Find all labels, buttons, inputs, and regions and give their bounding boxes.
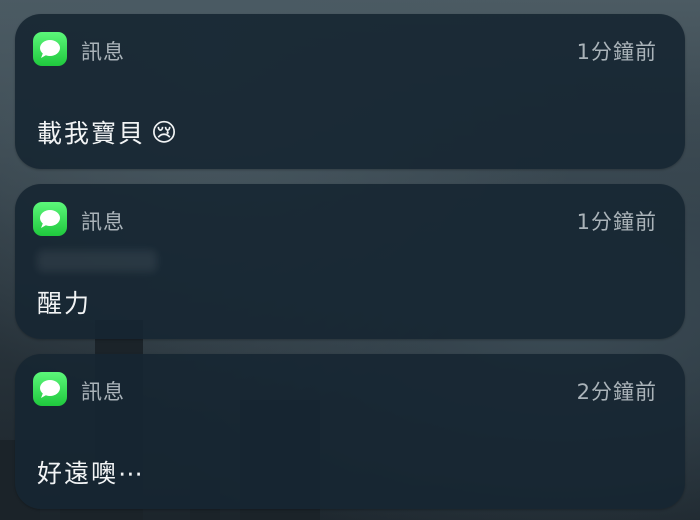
messages-app-icon	[33, 32, 67, 66]
app-name: 訊息	[81, 210, 125, 234]
app-name: 訊息	[81, 40, 125, 64]
message-text: 載我寶貝 😢	[37, 114, 179, 150]
message-text: 好遠噢⋯	[37, 454, 145, 490]
timestamp: 1分鐘前	[576, 210, 657, 234]
blurred-sender	[37, 250, 157, 272]
message-text: 醒力	[37, 284, 91, 320]
messages-app-icon	[33, 202, 67, 236]
timestamp: 2分鐘前	[576, 380, 657, 404]
message-body: 醒力	[37, 289, 92, 318]
messages-app-icon	[33, 372, 67, 406]
notification-card[interactable]: 訊息 2分鐘前 好遠噢⋯	[15, 354, 685, 509]
timestamp: 1分鐘前	[576, 40, 657, 64]
message-body: 好遠噢⋯	[37, 459, 146, 488]
message-body: 載我寶貝	[37, 119, 146, 148]
crying-face-emoji: 😢	[151, 117, 180, 147]
notification-card[interactable]: 訊息 1分鐘前 醒力	[15, 184, 685, 339]
notification-card[interactable]: 訊息 1分鐘前 載我寶貝 😢	[15, 14, 685, 169]
app-name: 訊息	[81, 380, 125, 404]
